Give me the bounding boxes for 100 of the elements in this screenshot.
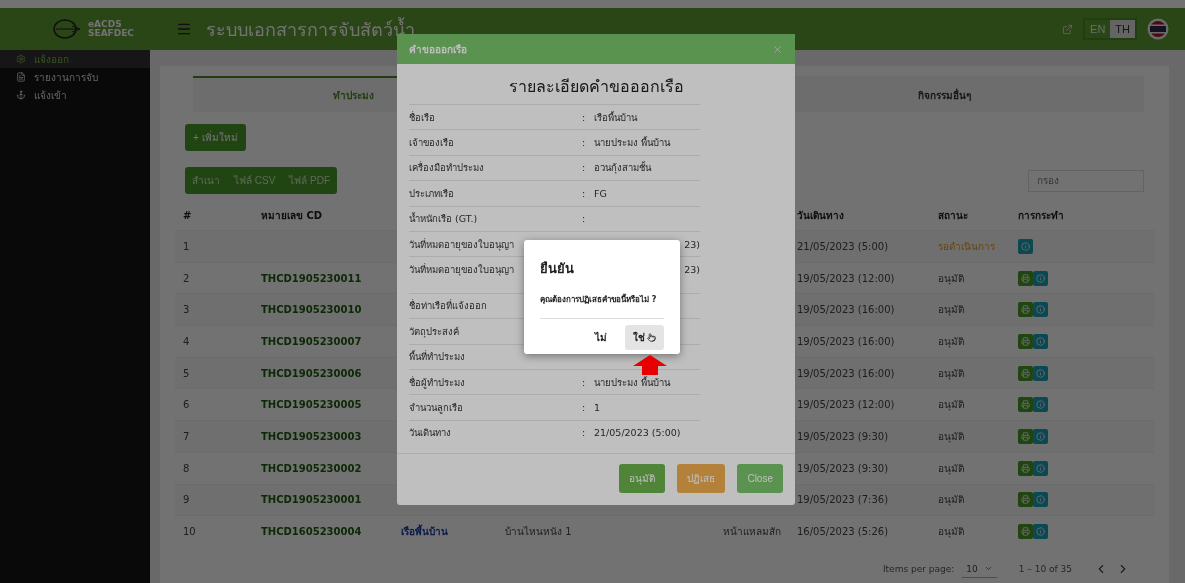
reject-button[interactable]: ปฏิเสธ: [677, 464, 726, 493]
language-button[interactable]: EN: [1085, 20, 1111, 38]
field-label: เครื่องมือทำประมง: [409, 160, 484, 176]
cd-link[interactable]: THCD1905230005: [253, 399, 393, 411]
cd-link[interactable]: THCD1905230001: [253, 494, 393, 506]
info-button[interactable]: [1033, 397, 1048, 413]
print-button[interactable]: [1018, 460, 1033, 476]
print-button[interactable]: [1018, 524, 1033, 540]
gear-icon: [16, 54, 26, 64]
cd-link[interactable]: THCD1905230007: [253, 335, 393, 347]
field-value: นายประมง พื้นบ้าน: [594, 375, 671, 390]
field-label: พื้นที่ทำประมง: [409, 349, 465, 365]
column-header: หมายเลข CD: [260, 208, 324, 223]
dialog-button[interactable]: ไม่: [587, 325, 615, 350]
info-button[interactable]: [1033, 270, 1048, 286]
info-button[interactable]: [1033, 492, 1048, 508]
table-cell-text: 19/05/2023 (9:30): [796, 430, 890, 442]
column-header: สถานะ: [937, 208, 969, 223]
page-range: 1 – 10 of 35: [1018, 564, 1072, 575]
table-cell-text: 9: [182, 494, 191, 506]
export-button[interactable]: สำเนา: [185, 167, 227, 194]
info-button[interactable]: [1033, 524, 1048, 540]
cd-link[interactable]: THCD1905230002: [253, 462, 393, 474]
print-button[interactable]: [1018, 428, 1033, 444]
table-cell-text: 4: [182, 335, 191, 347]
filter-field[interactable]: กรอง: [1028, 169, 1144, 192]
table-cell-text: 19/05/2023 (12:00): [796, 399, 896, 411]
column-header: วันเดินทาง: [796, 208, 845, 223]
field-colon: :: [582, 187, 586, 199]
export-button[interactable]: ไฟล์ CSV: [227, 167, 283, 194]
language-button[interactable]: TH: [1110, 20, 1135, 38]
status-text: อนุมัติ: [937, 271, 965, 286]
items-per-page-label: Items per page:: [882, 564, 955, 575]
info-button[interactable]: [1018, 238, 1033, 254]
flag-icon[interactable]: [1147, 18, 1169, 40]
external-link-icon[interactable]: [1062, 23, 1074, 35]
print-button[interactable]: [1018, 302, 1033, 318]
table-cell-text: หน้าแหลมสัก: [722, 525, 782, 540]
print-button[interactable]: [1018, 397, 1033, 413]
field-value: FG: [594, 187, 607, 199]
info-button[interactable]: [1033, 428, 1048, 444]
field-label: เจ้าของเรือ: [409, 136, 454, 151]
sidebar-item[interactable]: แจ้งเข้า: [0, 86, 150, 104]
info-button[interactable]: [1033, 365, 1048, 381]
status-text: อนุมัติ: [937, 398, 965, 413]
field-colon: :: [582, 376, 586, 388]
cd-link[interactable]: THCD1605230004: [253, 526, 393, 538]
table-cell-text: 19/05/2023 (7:36): [796, 494, 890, 506]
anchor-icon: [16, 90, 26, 100]
cd-link[interactable]: THCD1905230006: [253, 367, 393, 379]
table-cell-text: 1: [182, 240, 191, 252]
table-cell-text: 7: [182, 430, 191, 442]
table-cell-text: 16/05/2023 (5:26): [796, 526, 890, 538]
field-label: วันเดินทาง: [409, 426, 451, 441]
table-cell-text: 19/05/2023 (16:00): [796, 304, 896, 316]
field-label: วัตถุประสงค์: [409, 324, 459, 339]
sidebar-item[interactable]: รายงานการจับ: [0, 68, 150, 86]
brand-text: SEAFDEC: [88, 29, 134, 38]
field-label: ประเภทเรือ: [409, 186, 454, 201]
dialog-message: คุณต้องการปฏิเสธคำขอนี้หรือไม่ ?: [540, 293, 658, 306]
app-title: ระบบเอกสารการจับสัตว์น้ำ: [206, 16, 415, 42]
status-text: อนุมัติ: [937, 366, 965, 381]
field-colon: :: [582, 111, 586, 123]
column-header: การกระทำ: [1017, 208, 1065, 223]
status-text: อนุมัติ: [937, 525, 965, 540]
table-cell-text: 8: [182, 462, 191, 474]
export-button[interactable]: ไฟล์ PDF: [282, 167, 338, 194]
print-button[interactable]: [1018, 333, 1033, 349]
status-text: อนุมัติ: [937, 493, 965, 508]
close-button[interactable]: Close: [737, 464, 783, 493]
field-label: จำนวนลูกเรือ: [409, 401, 463, 415]
table-cell-text: 19/05/2023 (16:00): [796, 367, 896, 379]
approve-button[interactable]: อนุมัติ: [619, 464, 666, 493]
info-button[interactable]: [1033, 460, 1048, 476]
add-button[interactable]: + เพิ่มใหม่: [185, 124, 246, 151]
menu-icon[interactable]: [176, 21, 192, 37]
cd-link[interactable]: THCD1905230003: [253, 430, 393, 442]
field-colon: :: [582, 213, 586, 225]
close-icon[interactable]: [772, 43, 783, 55]
print-button[interactable]: [1018, 365, 1033, 381]
field-value: 23): [684, 264, 700, 276]
field-colon: :: [582, 402, 586, 413]
arrow-annotation: [633, 355, 667, 375]
print-button[interactable]: [1018, 270, 1033, 286]
status-text: รอดำเนินการ: [937, 239, 996, 254]
cd-link[interactable]: THCD1905230010: [253, 304, 393, 316]
table-cell-text: 19/05/2023 (12:00): [796, 272, 896, 284]
status-text: อนุมัติ: [937, 461, 965, 476]
vessel-link[interactable]: เรือพื้นบ้าน: [393, 524, 497, 540]
logo-icon: [52, 18, 82, 40]
page-size-select[interactable]: 10: [962, 560, 997, 578]
info-button[interactable]: [1033, 302, 1048, 318]
print-button[interactable]: [1018, 492, 1033, 508]
info-button[interactable]: [1033, 333, 1048, 349]
cd-link[interactable]: THCD1905230011: [253, 272, 393, 284]
document-icon: [16, 72, 26, 82]
dialog-button[interactable]: ใช่: [625, 325, 664, 350]
hand-cursor-icon: [647, 333, 656, 342]
status-text: อนุมัติ: [937, 334, 965, 349]
table-cell-text: 6: [182, 399, 191, 411]
